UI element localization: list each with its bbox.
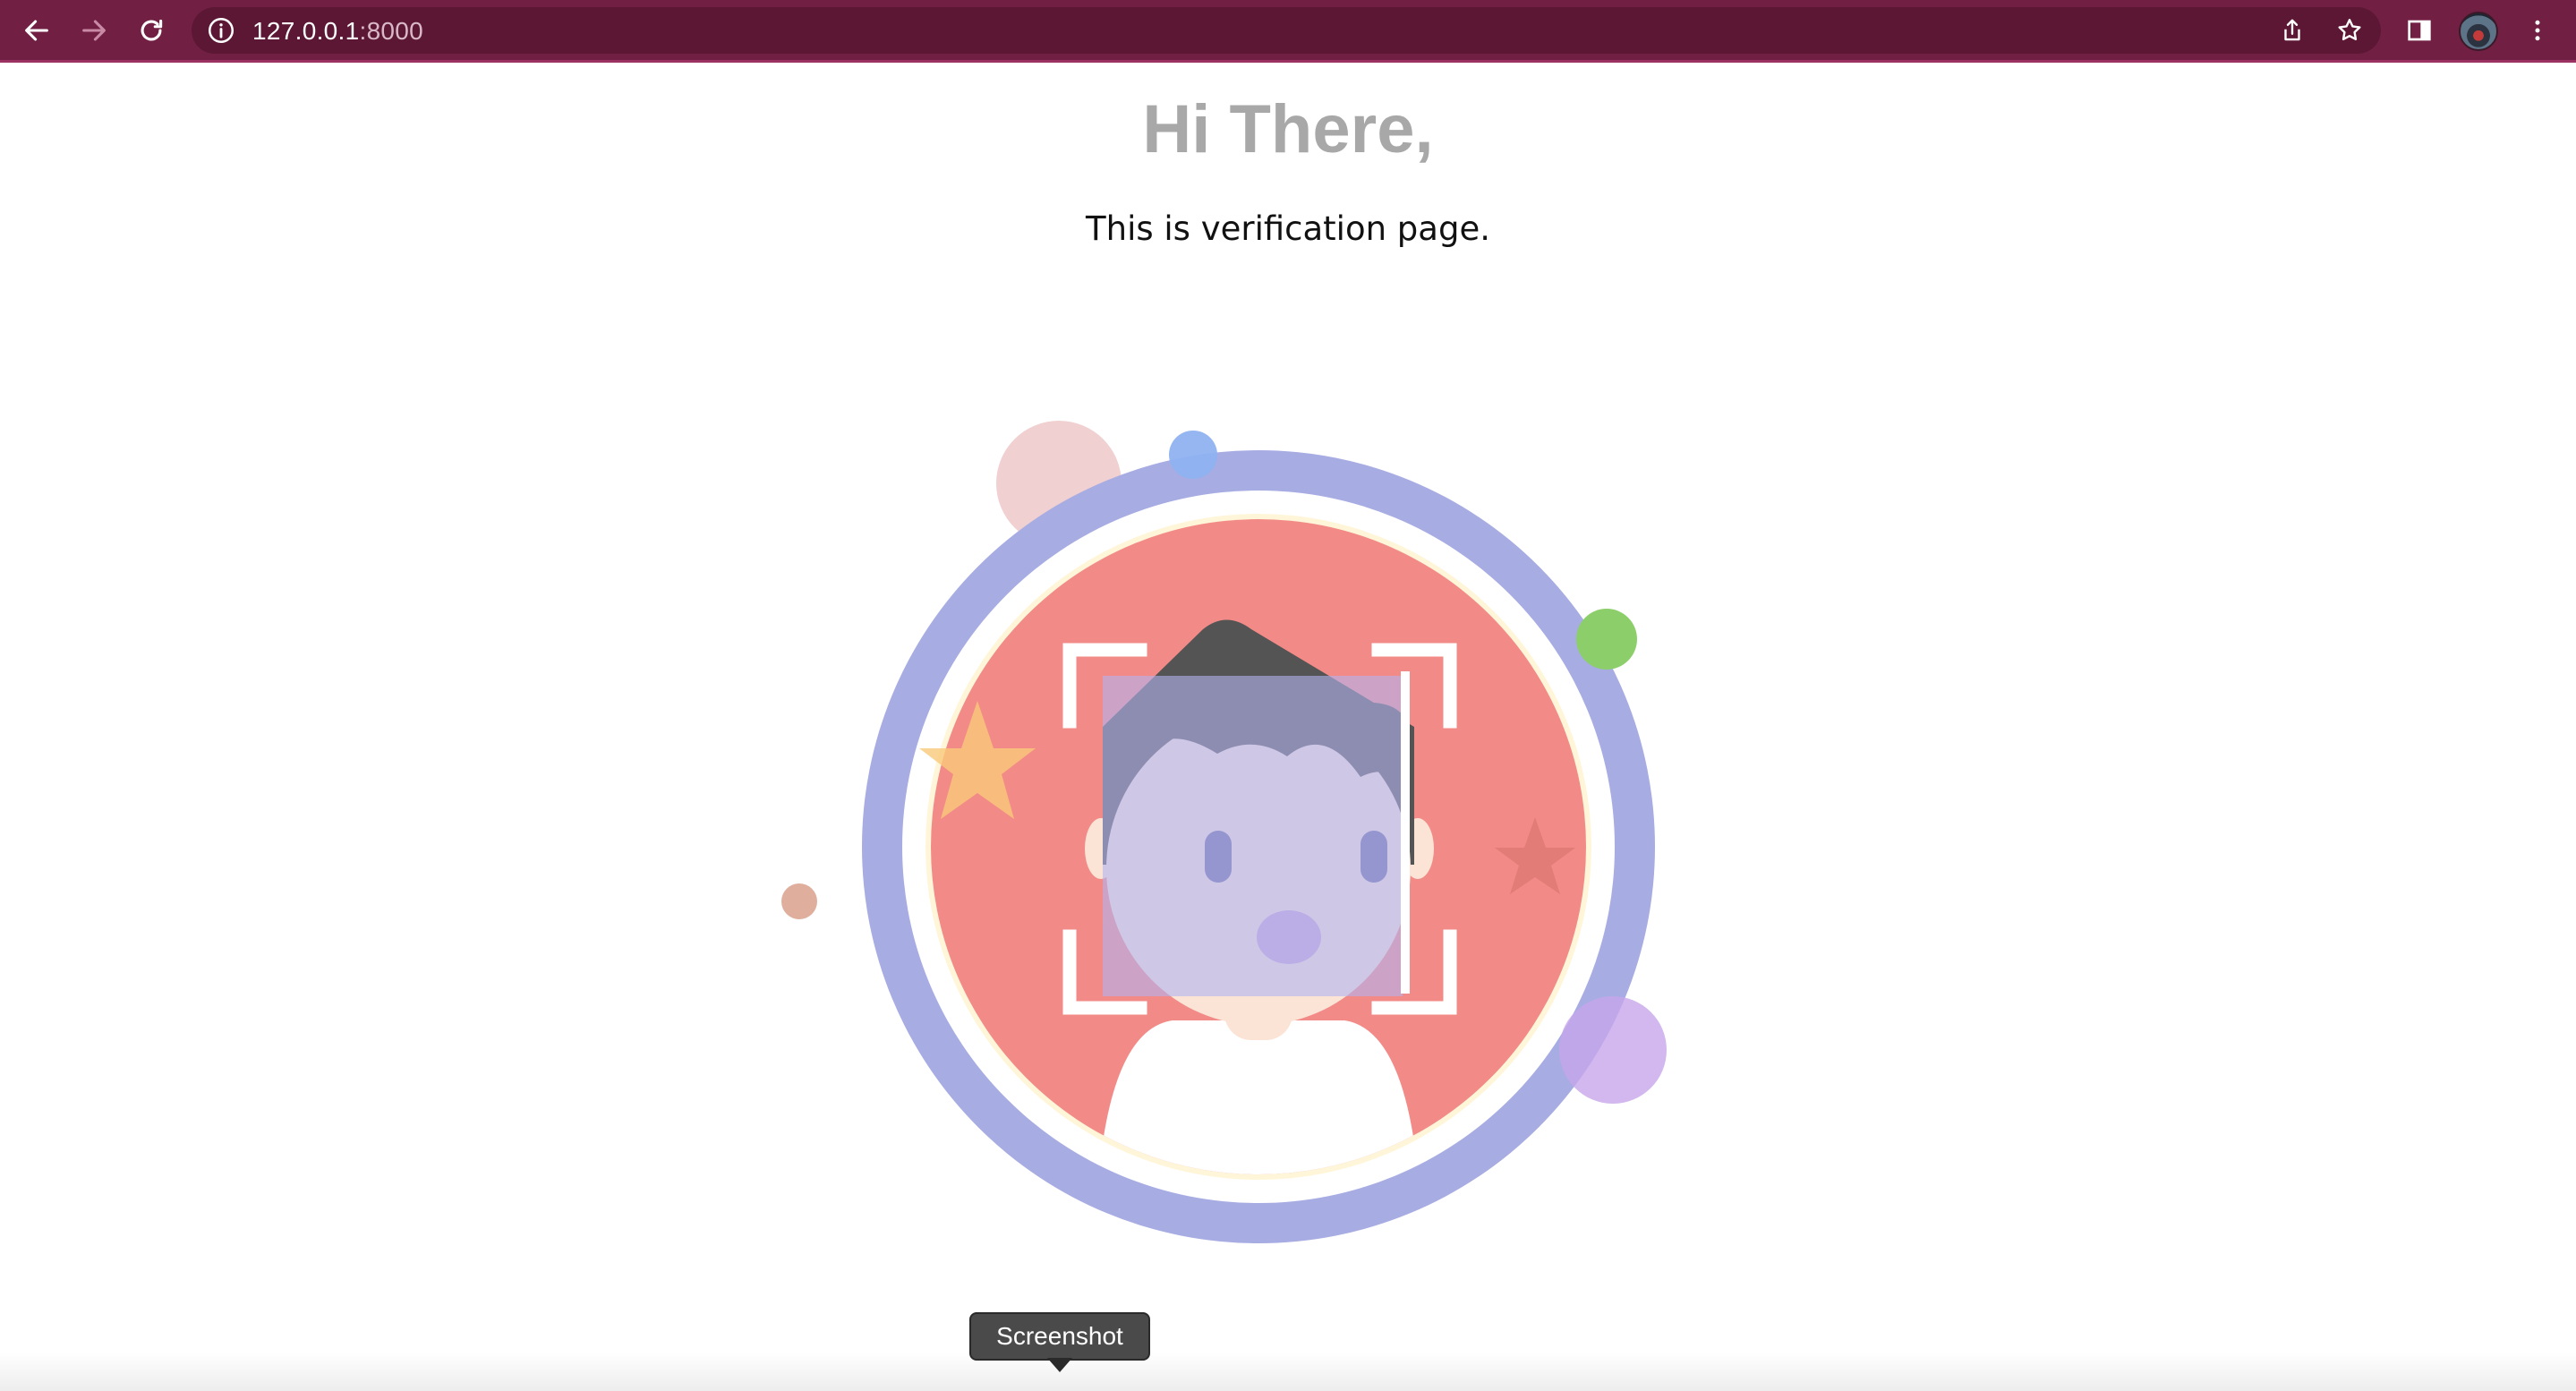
bookmark-button[interactable]: [2333, 13, 2367, 47]
avatar[interactable]: [2459, 12, 2498, 51]
share-button[interactable]: [2275, 13, 2309, 47]
arrow-left-icon: [25, 20, 48, 41]
screenshot-tooltip: Screenshot: [969, 1312, 1150, 1361]
bottom-bar-shade: [0, 1352, 2576, 1391]
url-text[interactable]: 127.0.0.1:8000: [252, 18, 423, 45]
address-bar[interactable]: 127.0.0.1:8000: [192, 7, 2381, 54]
url-host: 127.0.0.1: [252, 17, 360, 45]
scan-line: [1401, 671, 1410, 994]
scan-overlay: [1103, 676, 1403, 996]
face-verification-illustration: [781, 421, 1667, 1243]
reload-button[interactable]: [131, 10, 172, 51]
forward-button[interactable]: [73, 10, 115, 51]
decor-dot-brown: [781, 883, 817, 919]
browser-toolbar: 127.0.0.1:8000: [0, 0, 2576, 63]
side-panel-icon: [2408, 20, 2431, 41]
tooltip-pointer: [1047, 1358, 1072, 1372]
back-button[interactable]: [16, 10, 57, 51]
page-subtitle: This is verification page.: [1086, 209, 1490, 248]
arrow-right-icon: [82, 20, 106, 41]
page-title: Hi There,: [1142, 91, 1434, 167]
reload-icon: [141, 19, 163, 41]
share-icon: [2284, 19, 2300, 41]
url-port: :8000: [359, 17, 424, 45]
decor-bubble-purple: [1559, 996, 1667, 1104]
decor-dot-blue: [1169, 431, 1217, 479]
decor-dot-green: [1576, 609, 1637, 670]
browser-menu-button[interactable]: [2517, 10, 2558, 51]
star-icon: [2338, 19, 2361, 41]
side-panel-button[interactable]: [2399, 10, 2440, 51]
kebab-menu-icon: [2535, 20, 2540, 41]
info-icon[interactable]: [206, 15, 236, 46]
